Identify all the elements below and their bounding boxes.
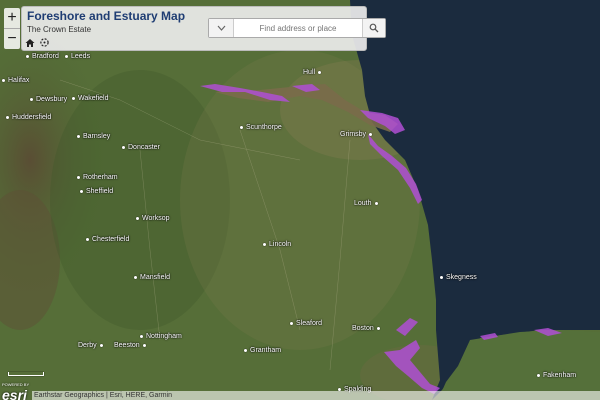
city-marker[interactable]: Boston [352,325,380,332]
city-marker[interactable]: Sleaford [290,320,322,327]
locate-icon[interactable] [39,37,50,48]
city-label: Scunthorpe [246,124,282,131]
city-marker[interactable]: Nottingham [140,333,182,340]
city-label: Derby [78,342,97,349]
city-marker[interactable]: Barnsley [77,133,110,140]
city-dot [318,71,322,74]
chevron-down-icon [217,25,225,31]
city-dot [240,126,243,129]
city-label: Louth [354,200,372,207]
zoom-out-button[interactable]: − [4,29,20,49]
city-label: Lincoln [269,241,292,248]
home-icon[interactable] [25,38,35,48]
attribution: Earthstar Geographics | Esri, HERE, Garm… [32,391,600,400]
city-dot [134,276,137,279]
city-label: Leeds [71,53,91,60]
city-marker[interactable]: Hull [303,69,322,76]
city-marker[interactable]: Leeds [65,53,90,60]
city-label: Skegness [446,274,477,281]
city-marker[interactable]: Rotherham [77,174,118,181]
page-title: Foreshore and Estuary Map [27,9,186,23]
city-label: Grantham [250,347,282,354]
city-label: Halifax [8,77,30,84]
city-dot [65,55,68,58]
city-marker[interactable]: Grimsby [340,131,373,138]
city-marker[interactable]: Huddersfield [6,114,51,121]
title-panel: Foreshore and Estuary Map The Crown Esta… [21,6,386,51]
city-dot [72,97,75,100]
city-dot [26,55,29,58]
city-dot [136,217,139,220]
city-label: Sleaford [296,320,323,327]
city-label: Wakefield [78,95,109,102]
city-label: Sheffield [86,188,114,195]
city-dot [142,344,146,347]
city-dot [30,98,33,101]
map-view[interactable]: Bradford Leeds Halifax Dewsbury Wakefiel… [0,0,600,400]
city-marker[interactable]: Fakenham [537,372,576,379]
zoom-in-button[interactable]: + [4,8,20,28]
page-subtitle: The Crown Estate [27,25,92,34]
city-marker[interactable]: Louth [354,200,378,207]
city-label: Boston [352,325,374,332]
city-dot [2,79,5,82]
city-label: Chesterfield [92,236,130,243]
city-label: Rotherham [83,174,118,181]
scale-bar [8,372,44,376]
city-label: Mansfield [140,274,170,281]
city-label: Barnsley [83,133,111,140]
search-button[interactable] [362,19,385,37]
city-dot [263,243,266,246]
city-marker[interactable]: Worksop [136,215,170,222]
city-marker[interactable]: Grantham [244,347,281,354]
city-label: Grimsby [340,131,367,138]
city-marker[interactable]: Beeston [114,342,146,349]
city-marker[interactable]: Chesterfield [86,236,129,243]
city-marker[interactable]: Wakefield [72,95,108,102]
satellite-basemap [0,0,600,400]
city-dot [99,344,103,347]
city-label: Worksop [142,215,170,222]
search-box [208,18,386,38]
city-dot [77,135,80,138]
search-icon [369,23,379,33]
city-dot [77,176,80,179]
city-label: Nottingham [146,333,182,340]
city-dot [80,190,83,193]
city-marker[interactable]: Scunthorpe [240,124,282,131]
city-dot [244,349,247,352]
city-marker[interactable]: Halifax [2,77,29,84]
city-marker[interactable]: Lincoln [263,241,291,248]
city-dot [369,133,373,136]
city-dot [374,202,378,205]
city-label: Hull [303,69,316,76]
city-label: Doncaster [128,144,160,151]
city-label: Huddersfield [12,114,52,121]
city-marker[interactable]: Derby [78,342,103,349]
esri-wordmark: esri [2,387,27,400]
search-source-dropdown[interactable] [209,19,234,37]
city-dot [140,335,143,338]
city-marker[interactable]: Bradford [26,53,59,60]
city-dot [86,238,89,241]
search-input[interactable] [234,19,362,37]
city-marker[interactable]: Doncaster [122,144,160,151]
city-dot [537,374,540,377]
zoom-control: + − [4,8,20,49]
city-label: Dewsbury [36,96,68,103]
city-dot [290,322,293,325]
city-dot [122,146,125,149]
city-marker[interactable]: Mansfield [134,274,170,281]
city-label: Bradford [32,53,59,60]
city-dot [440,276,443,279]
city-marker[interactable]: Sheffield [80,188,113,195]
city-label: Beeston [114,342,140,349]
city-marker[interactable]: Skegness [440,274,477,281]
city-marker[interactable]: Dewsbury [30,96,67,103]
city-dot [6,116,9,119]
city-dot [376,327,380,330]
esri-logo: POWERED BY esri [2,382,29,400]
city-label: Fakenham [543,372,577,379]
